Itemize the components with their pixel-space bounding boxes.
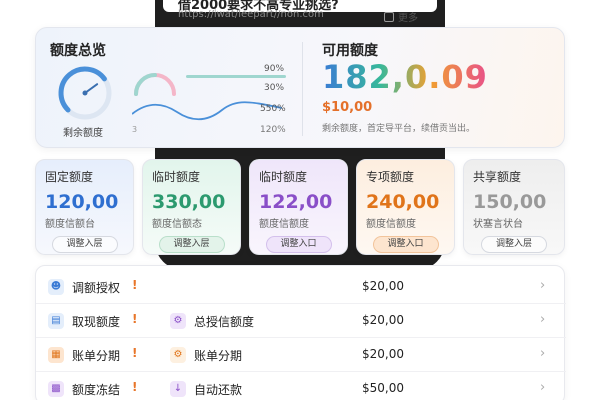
overview-title: 额度总览 xyxy=(50,43,106,59)
remaining-gauge xyxy=(58,66,112,120)
card-title: 临时额度 xyxy=(152,170,201,184)
calendar-icon: ▦ xyxy=(48,347,64,363)
adjust-button[interactable]: 调整入层 xyxy=(158,236,225,253)
card-special-quota[interactable]: 专项额度 240,00 额度信额度 调整入口 xyxy=(356,159,455,255)
bar-top-value: 90% xyxy=(264,64,285,74)
bar-mid-value: 30% xyxy=(264,83,285,93)
list-item[interactable]: ▤ 取现额度 ! ⚙ 总授信额度 $20,00 › xyxy=(36,304,566,338)
adjust-button[interactable]: 调整入层 xyxy=(481,236,547,253)
adjust-button[interactable]: 调整入口 xyxy=(265,236,332,253)
card-amount: 150,00 xyxy=(473,191,547,213)
list-item-label-2: 总授信额度 xyxy=(194,315,255,329)
list-item-amount: $20,00 xyxy=(362,279,404,293)
list-item[interactable]: ▦ 账单分期 ! ⚙ 账单分期 $20,00 › xyxy=(36,338,566,372)
list-item-label-2: 自动还款 xyxy=(194,383,243,397)
lock-icon: ▩ xyxy=(48,381,64,397)
card-amount: 120,00 xyxy=(45,191,119,213)
settings-list: ☻ 调额授权 ! $20,00 › ▤ 取现额度 ! ⚙ 总授信额度 $20,0… xyxy=(35,265,566,400)
adjust-button[interactable]: 调整入口 xyxy=(372,236,439,253)
card-sub: 额度信额态 xyxy=(152,219,202,230)
card-amount: 122,00 xyxy=(259,191,333,213)
wave-value-bottom: 120% xyxy=(260,125,286,135)
chevron-right-icon: › xyxy=(540,278,546,293)
list-item-label: 账单分期 xyxy=(72,349,121,363)
list-item[interactable]: ☻ 调额授权 ! $20,00 › xyxy=(36,270,566,304)
card-amount: 240,00 xyxy=(366,191,440,213)
card-title: 临时额度 xyxy=(259,170,308,184)
list-item-amount: $20,00 xyxy=(362,313,404,327)
gauge-label: 剩余额度 xyxy=(63,128,103,139)
card-temp-quota[interactable]: 临时额度 330,00 额度信额态 调整入层 xyxy=(142,159,241,255)
quota-cards: 固定额度 120,00 额度信额台 调整入层 临时额度 330,00 额度信额态… xyxy=(35,159,565,255)
card-sub: 额度信额度 xyxy=(366,219,416,230)
available-title: 可用额度 xyxy=(322,43,378,59)
available-note: 剩余额度，首定导平台，续借贡当出。 xyxy=(322,124,476,134)
more-label: 更多 xyxy=(398,13,418,24)
available-amount: 182,0.09 xyxy=(322,58,488,96)
window-icon xyxy=(384,12,394,22)
wallet-icon: ▤ xyxy=(48,313,64,329)
list-item-amount: $20,00 xyxy=(362,347,404,361)
list-item[interactable]: ▩ 额度冻结 ! ↓ 自动还款 $50,00 › xyxy=(36,372,566,400)
list-item-amount: $50,00 xyxy=(362,381,404,395)
card-sub: 额度信额度 xyxy=(259,219,309,230)
card-temp-quota-2[interactable]: 临时额度 122,00 额度信额度 调整入口 xyxy=(249,159,348,255)
wave-value-top: 550% xyxy=(260,104,286,114)
divider xyxy=(302,42,303,136)
user-icon: ☻ xyxy=(48,279,64,295)
warning-icon: ! xyxy=(132,312,138,326)
warning-icon: ! xyxy=(132,346,138,360)
list-item-label-2: 账单分期 xyxy=(194,349,243,363)
card-fixed-quota[interactable]: 固定额度 120,00 额度信额台 调整入层 xyxy=(35,159,134,255)
list-item-label: 调额授权 xyxy=(72,281,121,295)
card-sub: 额度信额台 xyxy=(45,219,95,230)
overview-card: 额度总览 剩余额度 90% 30% 550% 120% 3 可用额度 182,0… xyxy=(35,27,565,148)
chevron-right-icon: › xyxy=(540,346,546,361)
progress-bar xyxy=(186,75,286,78)
available-sub: $10,00 xyxy=(322,100,373,115)
warning-icon: ! xyxy=(132,380,138,394)
card-shared-quota[interactable]: 共享额度 150,00 状塞言状台 调整入层 xyxy=(463,159,565,255)
more-button[interactable]: 更多 xyxy=(384,9,418,24)
list-item-label: 取现额度 xyxy=(72,315,121,329)
adjust-button[interactable]: 调整入层 xyxy=(51,236,118,253)
card-amount: 330,00 xyxy=(152,191,226,213)
card-title: 固定额度 xyxy=(45,170,94,184)
gear-icon: ⚙ xyxy=(170,347,186,363)
card-title: 专项额度 xyxy=(366,170,415,184)
mini-arc-chart xyxy=(134,73,176,96)
card-title: 共享额度 xyxy=(473,170,522,184)
download-icon: ↓ xyxy=(170,381,186,397)
warning-icon: ! xyxy=(132,278,138,292)
promo-url[interactable]: https://iwat/leepart//non.com xyxy=(178,9,324,20)
chevron-right-icon: › xyxy=(540,312,546,327)
card-sub: 状塞言状台 xyxy=(473,219,523,230)
chevron-right-icon: › xyxy=(540,380,546,395)
settings-icon: ⚙ xyxy=(170,313,186,329)
wave-axis-start: 3 xyxy=(132,125,138,134)
list-item-label: 额度冻结 xyxy=(72,383,121,397)
